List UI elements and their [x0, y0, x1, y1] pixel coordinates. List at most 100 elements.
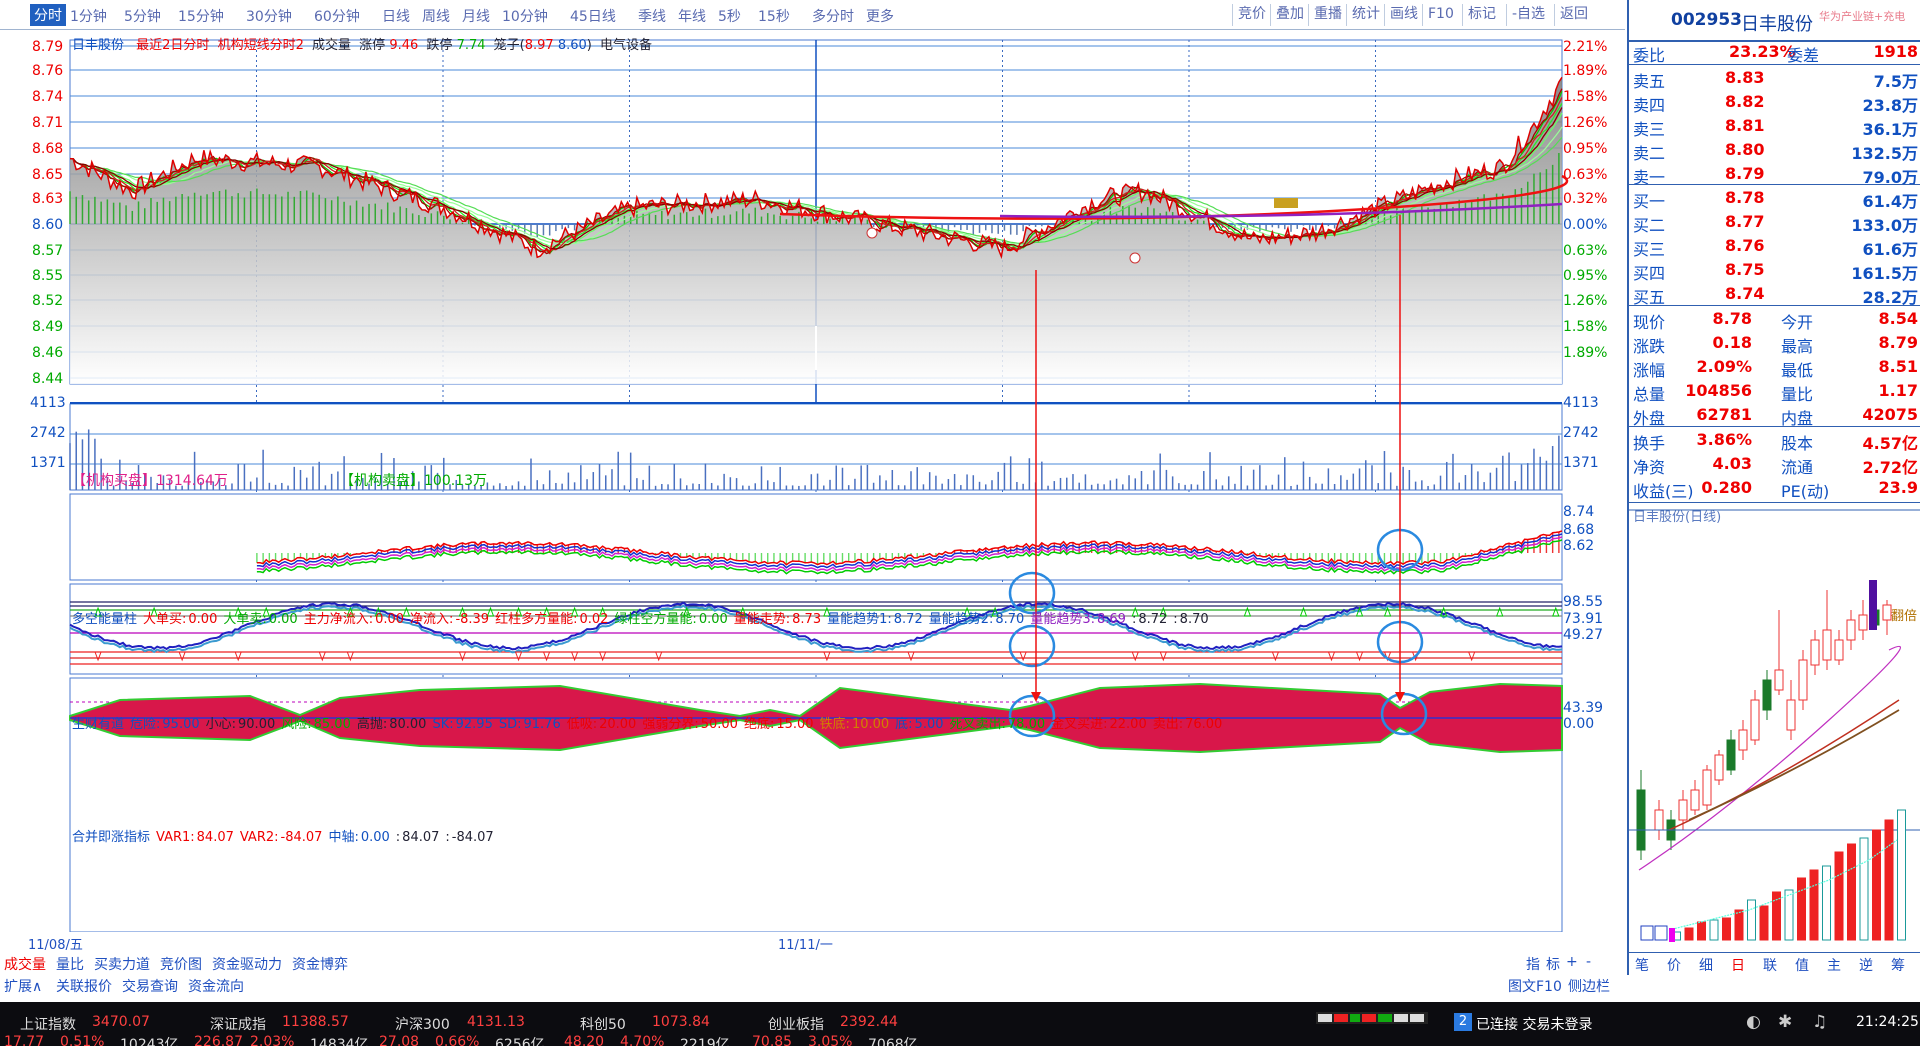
- timeframe-9[interactable]: 10分钟: [502, 6, 548, 26]
- timeframe-13[interactable]: 5秒: [718, 6, 741, 26]
- toolbar-btn-2[interactable]: 重播: [1308, 4, 1347, 26]
- stock-title-bar: 002953 日丰股份 华为产业链+充电: [1629, 0, 1920, 42]
- timeframe-16[interactable]: 更多: [866, 6, 894, 26]
- vol-tick-right: 2742: [1563, 425, 1599, 441]
- tab-right-2[interactable]: +: [1566, 954, 1578, 970]
- timeframe-5[interactable]: 60分钟: [314, 6, 360, 26]
- tab2-right-0[interactable]: 图文F10: [1508, 976, 1562, 996]
- limit-down-value: 7.74: [456, 38, 486, 53]
- connection-count: 2: [1454, 1013, 1472, 1031]
- toolbar-btn-8[interactable]: 返回: [1554, 4, 1593, 26]
- settings-icon[interactable]: ✱: [1778, 1012, 1792, 1032]
- asks-row[interactable]: 卖二 8.80 132.5万: [1629, 138, 1920, 163]
- quote-panel: 002953 日丰股份 华为产业链+充电 委比 23.23% 委差 1918 卖…: [1627, 0, 1920, 975]
- bids-row[interactable]: 买三 8.76 61.6万: [1629, 234, 1920, 259]
- pct-tick: 0.95%: [1563, 141, 1608, 157]
- tab-2[interactable]: 买卖力道: [94, 954, 150, 974]
- inst-buy: 【机构买盘】1314.64万: [72, 470, 228, 490]
- side-tab-0[interactable]: 笔: [1635, 955, 1649, 975]
- timeframe-4[interactable]: 30分钟: [246, 6, 292, 26]
- ind2-item-label: 高抛:: [356, 717, 388, 732]
- side-tab-4[interactable]: 联: [1763, 955, 1777, 975]
- asks-row[interactable]: 卖三 8.81 36.1万: [1629, 114, 1920, 139]
- mini-daily-chart[interactable]: [1629, 500, 1920, 950]
- tab2-right-1[interactable]: 侧边栏: [1568, 976, 1610, 996]
- bell-icon[interactable]: ♫: [1812, 1012, 1827, 1032]
- bids-row[interactable]: 买一 8.78 61.4万: [1629, 186, 1920, 211]
- toolbar-btn-5[interactable]: F10: [1422, 4, 1459, 26]
- tab-1[interactable]: 量比: [56, 954, 84, 974]
- timeframe-6[interactable]: 日线: [382, 6, 410, 26]
- timeframe-11[interactable]: 季线: [638, 6, 666, 26]
- connection-status[interactable]: 已连接 交易未登录: [1476, 1014, 1592, 1034]
- side-tab-7[interactable]: 逆: [1859, 955, 1873, 975]
- toolbar-btn-7[interactable]: -自选: [1506, 4, 1550, 26]
- ind3-item-value: -84.07: [451, 830, 494, 845]
- toolbar-btn-1[interactable]: 叠加: [1270, 4, 1309, 26]
- ind2-item-value: 78.00: [1007, 717, 1046, 732]
- bids-row[interactable]: 买四 8.75 161.5万: [1629, 258, 1920, 283]
- tab-0[interactable]: 成交量: [4, 954, 46, 974]
- asks-row[interactable]: 卖四 8.82 23.8万: [1629, 90, 1920, 115]
- side-tab-5[interactable]: 值: [1795, 955, 1809, 975]
- index-c: 226.87: [194, 1034, 243, 1046]
- timeframe-7[interactable]: 周线: [422, 6, 450, 26]
- theme-icon[interactable]: ◐: [1746, 1012, 1761, 1032]
- stats1-l2: 最高: [1781, 337, 1814, 356]
- toolbar-btn-6[interactable]: 标记: [1462, 4, 1501, 26]
- bids-row[interactable]: 买五 8.74 28.2万: [1629, 282, 1920, 307]
- asks-row[interactable]: 卖五 8.83 7.5万: [1629, 66, 1920, 91]
- cage-low: 8.60: [557, 38, 587, 53]
- asks-row[interactable]: 卖一 8.79 79.0万: [1629, 162, 1920, 187]
- side-tab-3[interactable]: 日: [1731, 955, 1745, 975]
- timeframe-2[interactable]: 5分钟: [124, 6, 161, 26]
- intraday-chart[interactable]: [0, 30, 1625, 932]
- index-amt: 14834亿: [310, 1037, 369, 1046]
- timeframe-0[interactable]: 分时: [30, 4, 66, 26]
- tab2-1[interactable]: 关联报价: [56, 976, 112, 996]
- weibi-row: 委比 23.23% 委差 1918: [1629, 40, 1920, 65]
- ind2-item-value: 90.00: [238, 717, 276, 732]
- price-tick: 8.65: [32, 167, 64, 183]
- side-tab-1[interactable]: 价: [1667, 955, 1681, 975]
- ind2-item-label: 铁底:: [819, 717, 850, 732]
- index-n: 上证指数: [20, 1017, 76, 1033]
- timeframe-14[interactable]: 15秒: [758, 6, 790, 26]
- side-tab-6[interactable]: 主: [1827, 955, 1841, 975]
- timeframe-12[interactable]: 年线: [678, 6, 706, 26]
- vol-tick-right: 4113: [1563, 395, 1599, 411]
- stats2-l2: 股本: [1781, 434, 1814, 453]
- tab-5[interactable]: 资金博弈: [292, 954, 348, 974]
- tab2-2[interactable]: 交易查询: [122, 976, 178, 996]
- stats1-row: 外盘 62781 内盘 42075: [1629, 403, 1920, 428]
- timeframe-10[interactable]: 45日线: [570, 6, 616, 26]
- tab-4[interactable]: 资金驱动力: [212, 954, 282, 974]
- bids-row[interactable]: 买二 8.77 133.0万: [1629, 210, 1920, 235]
- side-tab-8[interactable]: 筹: [1891, 955, 1905, 975]
- status-bar: 上证指数 3470.07 17.77 0.51% 10243亿 深证成指 11388.57 2…: [0, 1002, 1920, 1046]
- side-tab-2[interactable]: 细: [1699, 955, 1713, 975]
- ind1-item-value: 8.72: [1138, 612, 1168, 627]
- ind2-item-label: SK:: [432, 717, 454, 732]
- tab-right-3[interactable]: -: [1586, 954, 1591, 970]
- indicator1-header: 多空能量柱 大单买: 0.00 大单卖: 0.00 主力净流入: 0.00 净流入: -8.39…: [72, 608, 1209, 627]
- tab-right-0[interactable]: 指: [1526, 954, 1540, 974]
- ind1-item-label: 量能走势:: [733, 612, 791, 627]
- ind1-item-label: 红柱多方量能:: [495, 612, 578, 627]
- tab2-0[interactable]: 扩展∧: [4, 976, 42, 996]
- toolbar-btn-3[interactable]: 统计: [1346, 4, 1385, 26]
- tab2-3[interactable]: 资金流向: [188, 976, 244, 996]
- toolbar-btn-0[interactable]: 竞价: [1232, 4, 1271, 26]
- timeframe-8[interactable]: 月线: [462, 6, 490, 26]
- timeframe-1[interactable]: 1分钟: [70, 6, 107, 26]
- stats1-v: 8.78: [1712, 309, 1752, 328]
- ind2-tick: 49.27: [1563, 627, 1604, 643]
- bids-volume: 61.6万: [1862, 240, 1918, 259]
- tab-3[interactable]: 竞价图: [160, 954, 202, 974]
- toolbar-btn-4[interactable]: 画线: [1384, 4, 1423, 26]
- vol-tick: 4113: [30, 395, 66, 411]
- timeframe-15[interactable]: 多分时: [812, 6, 854, 26]
- timeframe-3[interactable]: 15分钟: [178, 6, 224, 26]
- tab-right-1[interactable]: 标: [1546, 954, 1560, 974]
- stats1-v2: 1.17: [1878, 381, 1918, 400]
